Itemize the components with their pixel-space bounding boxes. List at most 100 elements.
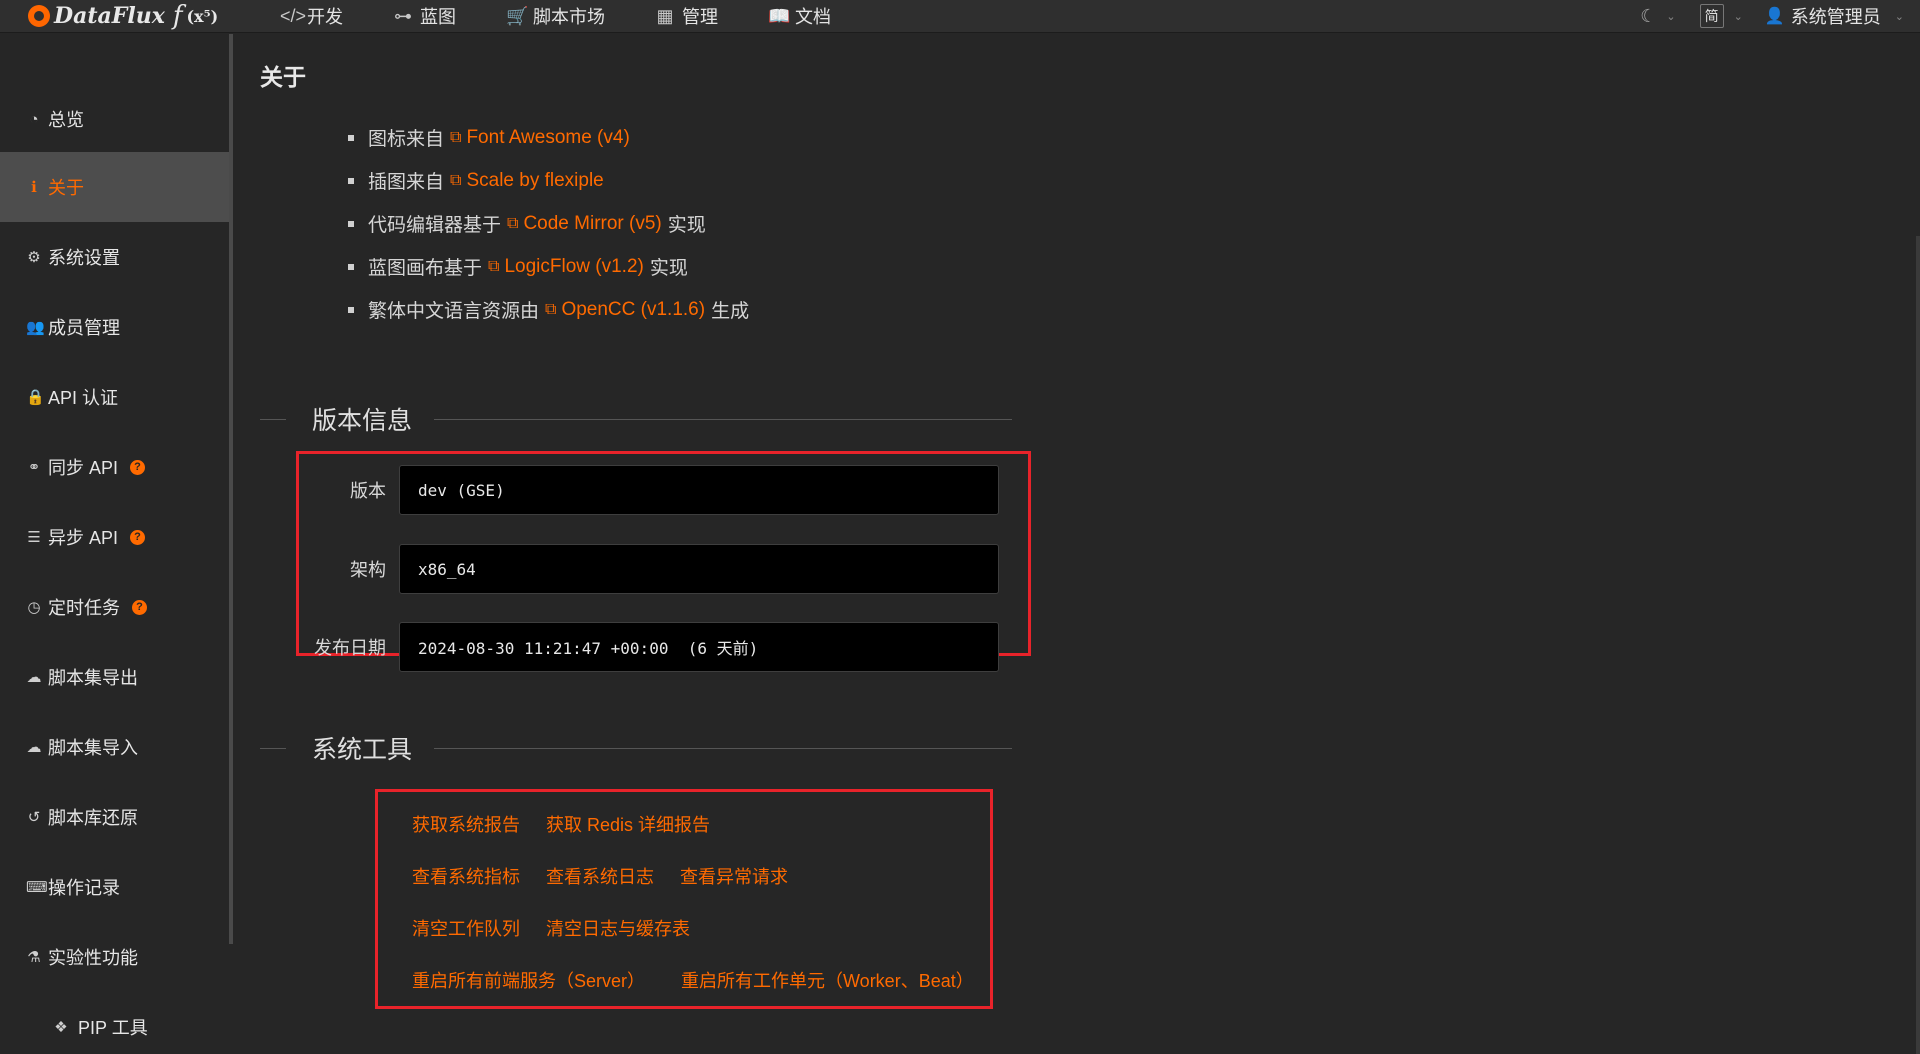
get-system-report-link[interactable]: 获取系统报告 <box>412 811 520 837</box>
language-switch[interactable]: 简 ⌄ <box>1699 4 1743 28</box>
list-item: 蓝图画布基于 ⧉ LogicFlow (v1.2) 实现 <box>348 245 749 288</box>
nav-item-blueprint[interactable]: ⊶ 蓝图 <box>393 3 456 29</box>
system-tools-highlight: 获取系统报告 获取 Redis 详细报告 查看系统指标 查看系统日志 查看异常请… <box>375 789 993 1009</box>
version-field[interactable]: dev (GSE) <box>399 465 999 515</box>
theme-switch[interactable]: ☾ ⌄ <box>1640 6 1675 27</box>
cloud-download-icon: ☁ <box>26 669 42 686</box>
nav-item-dev[interactable]: </> 开发 <box>280 3 343 29</box>
nav-item-manage[interactable]: ▦ 管理 <box>655 3 718 29</box>
logo-fx: f <box>172 1 183 31</box>
restart-workers-link[interactable]: 重启所有工作单元（Worker、Beat） <box>681 967 974 993</box>
nav-label: 蓝图 <box>420 7 456 27</box>
tool-row: 重启所有前端服务（Server） 重启所有工作单元（Worker、Beat） <box>412 967 974 993</box>
credit-suffix: 生成 <box>711 301 750 322</box>
credit-prefix: 插图来自 <box>368 172 445 193</box>
cubes-icon: ❖ <box>54 1019 68 1036</box>
grid-icon: ▦ <box>656 5 674 26</box>
bullet-icon <box>348 306 354 313</box>
sidebar-item-settings[interactable]: ⚙ 系统设置 <box>0 222 229 292</box>
release-date-field[interactable]: 2024-08-30 11:21:47 +00:00 (6 天前) <box>399 622 999 672</box>
info-icon: ℹ <box>31 179 37 196</box>
nav-label: 脚本市场 <box>533 7 605 27</box>
version-field-row: 版本 dev (GSE) <box>299 465 1028 515</box>
view-abnormal-requests-link[interactable]: 查看异常请求 <box>680 863 788 889</box>
credit-link-logicflow[interactable]: LogicFlow (v1.2) <box>504 256 643 278</box>
sidebar-item-async-api[interactable]: ☰ 异步 API ? <box>0 502 229 572</box>
sidebar-item-cron[interactable]: ◷ 定时任务 ? <box>0 572 229 642</box>
clear-logs-cache-link[interactable]: 清空日志与缓存表 <box>546 915 690 941</box>
credit-link-opencc[interactable]: OpenCC (v1.1.6) <box>561 299 705 321</box>
top-right-controls: ☾ ⌄ 简 ⌄ 👤 系统管理员 ⌄ <box>1640 0 1904 32</box>
divider <box>260 747 286 749</box>
nav-label: 文档 <box>795 7 831 27</box>
credit-suffix: 实现 <box>667 215 706 236</box>
sidebar-item-label: PIP 工具 <box>78 1018 148 1038</box>
credit-link-codemirror[interactable]: Code Mirror (v5) <box>523 213 661 235</box>
credit-prefix: 代码编辑器基于 <box>368 215 502 236</box>
sidebar-scrollbar[interactable] <box>229 34 233 944</box>
sidebar-item-restore[interactable]: ↺ 脚本库还原 <box>0 782 229 852</box>
sidebar-item-overview[interactable]: ◔ 总览 <box>0 84 229 154</box>
sidebar-item-label: 关于 <box>48 178 84 198</box>
sidebar-item-about[interactable]: ℹ 关于 <box>0 152 229 222</box>
sidebar-item-label: 脚本集导入 <box>48 738 138 758</box>
keyboard-icon: ⌨ <box>26 879 48 896</box>
restart-servers-link[interactable]: 重启所有前端服务（Server） <box>412 967 645 993</box>
sidebar-item-label: 系统设置 <box>48 248 120 268</box>
help-icon[interactable]: ? <box>130 459 146 475</box>
help-icon[interactable]: ? <box>130 529 146 545</box>
nav-label: 管理 <box>682 7 718 27</box>
list-item: 插图来自 ⧉ Scale by flexiple <box>348 159 749 202</box>
view-system-metrics-link[interactable]: 查看系统指标 <box>412 863 520 889</box>
sidebar-item-sync-api[interactable]: ⚭ 同步 API ? <box>0 432 229 502</box>
sidebar-item-label: 定时任务 <box>48 598 120 618</box>
sidebar-item-label: 异步 API <box>48 528 119 548</box>
view-system-logs-link[interactable]: 查看系统日志 <box>546 863 654 889</box>
main-content: 关于 图标来自 ⧉ Font Awesome (v4) 插图来自 ⧉ Scale… <box>234 34 1920 1054</box>
user-menu[interactable]: 👤 系统管理员 ⌄ <box>1765 3 1904 29</box>
sidebar-item-label: API 认证 <box>48 388 119 408</box>
divider <box>434 747 1012 749</box>
sidebar-item-import[interactable]: ☁ 脚本集导入 <box>0 712 229 782</box>
gear-icon: ⚙ <box>27 249 41 266</box>
credit-prefix: 繁体中文语言资源由 <box>368 301 540 322</box>
clear-work-queue-link[interactable]: 清空工作队列 <box>412 915 520 941</box>
sidebar-item-api-auth[interactable]: 🔒 API 认证 <box>0 362 229 432</box>
list-item: 代码编辑器基于 ⧉ Code Mirror (v5) 实现 <box>348 202 749 245</box>
nav-item-market[interactable]: 🛒 脚本市场 <box>506 3 605 29</box>
nav-label: 开发 <box>307 7 343 27</box>
field-label: 版本 <box>350 481 386 501</box>
users-icon: 👥 <box>26 319 45 336</box>
user-icon: 👤 <box>1764 8 1785 25</box>
sidebar-item-export[interactable]: ☁ 脚本集导出 <box>0 642 229 712</box>
sidebar-item-operation-log[interactable]: ⌨ 操作记录 <box>0 852 229 922</box>
sidebar-item-label: 操作记录 <box>48 878 120 898</box>
credit-link-scale[interactable]: Scale by flexiple <box>466 170 603 192</box>
credit-link-font-awesome[interactable]: Font Awesome (v4) <box>466 127 629 149</box>
sidebar-item-members[interactable]: 👥 成员管理 <box>0 292 229 362</box>
main-scrollbar[interactable] <box>1916 236 1920 1054</box>
help-icon[interactable]: ? <box>132 599 147 615</box>
list-item: 繁体中文语言资源由 ⧉ OpenCC (v1.1.6) 生成 <box>348 288 749 331</box>
logo-sup: (x⁵) <box>186 6 219 26</box>
code-icon: </> <box>280 5 307 26</box>
sidebar-item-label: 实验性功能 <box>48 948 138 968</box>
bullet-icon <box>348 177 354 184</box>
link-icon: ⚭ <box>27 459 41 476</box>
external-link-icon: ⧉ <box>488 257 500 275</box>
nav-item-docs[interactable]: 📖 文档 <box>768 3 831 29</box>
lock-icon: 🔒 <box>26 389 45 406</box>
app-logo[interactable]: DataFlux f (x⁵) <box>28 1 218 31</box>
sidebar-item-experimental[interactable]: ⚗ 实验性功能 <box>0 922 229 992</box>
top-bar: DataFlux f (x⁵) </> 开发 ⊶ 蓝图 🛒 脚本市场 ▦ 管理 … <box>0 0 1920 33</box>
architecture-field[interactable]: x86_64 <box>399 544 999 594</box>
bullet-icon <box>348 263 354 270</box>
divider <box>260 418 286 420</box>
external-link-icon: ⧉ <box>450 128 462 146</box>
credit-prefix: 图标来自 <box>368 129 445 150</box>
server-icon: ☰ <box>27 529 41 546</box>
tool-row: 获取系统报告 获取 Redis 详细报告 <box>412 811 710 837</box>
credit-suffix: 实现 <box>649 258 688 279</box>
sidebar-item-pip-tool[interactable]: ❖ PIP 工具 <box>0 992 229 1054</box>
get-redis-report-link[interactable]: 获取 Redis 详细报告 <box>546 811 710 837</box>
